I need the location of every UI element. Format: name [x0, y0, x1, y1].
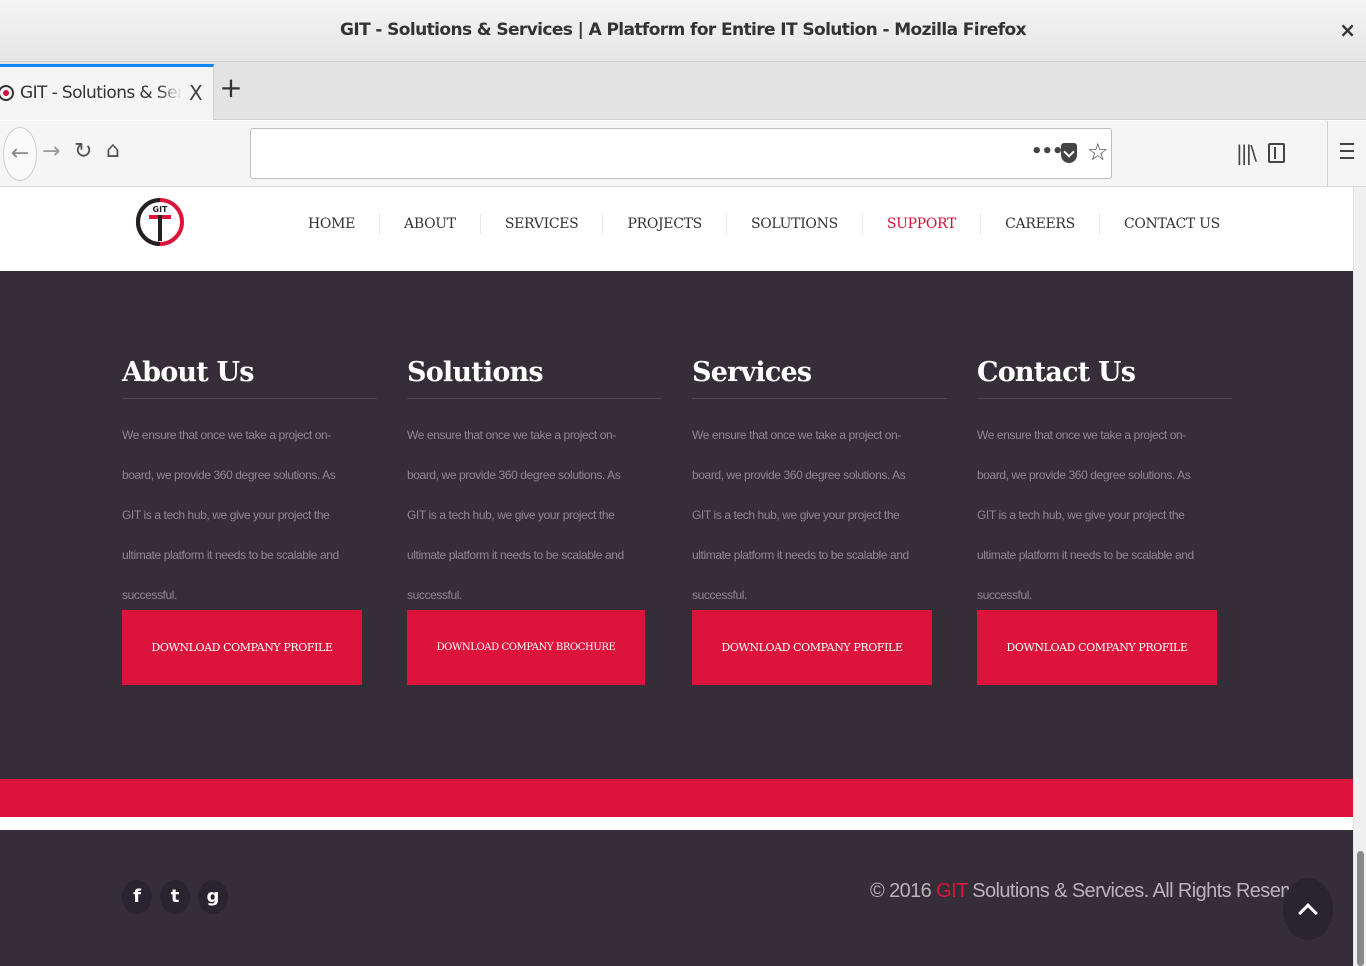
- nav-careers[interactable]: CAREERS: [980, 213, 1099, 235]
- reload-button[interactable]: ↻: [74, 141, 92, 163]
- browser-tab[interactable]: GIT - Solutions & Services | A Platform …: [0, 64, 214, 120]
- forward-button[interactable]: →: [42, 141, 60, 163]
- tab-title: GIT - Solutions & Services | A Platform …: [20, 83, 182, 103]
- back-button[interactable]: ←: [3, 127, 37, 181]
- download-profile-button[interactable]: DOWNLOAD COMPANY PROFILE: [122, 610, 362, 685]
- tab-close-button[interactable]: X: [189, 81, 203, 105]
- navigation-toolbar: ← → ↻ ⌂ ••• ☆ |||\: [0, 121, 1366, 187]
- column-heading: Solutions: [407, 353, 662, 399]
- favicon-icon: [0, 85, 14, 101]
- home-icon: ⌂: [106, 138, 120, 163]
- scrollbar-thumb[interactable]: [1357, 851, 1364, 966]
- nav-about[interactable]: ABOUT: [379, 213, 480, 235]
- download-profile-button[interactable]: DOWNLOAD COMPANY PROFILE: [692, 610, 932, 685]
- nav-home[interactable]: HOME: [284, 213, 379, 235]
- url-input[interactable]: [261, 139, 1001, 169]
- scroll-to-top-button[interactable]: [1283, 878, 1333, 940]
- bookmark-star-icon[interactable]: ☆: [1087, 138, 1109, 166]
- nav-projects[interactable]: PROJECTS: [602, 213, 726, 235]
- git-logo[interactable]: GIT: [135, 191, 185, 253]
- copyright-text: © 2016 GIT Solutions & Services. All Rig…: [870, 880, 1322, 903]
- page-viewport: GIT HOME ABOUT SERVICES PROJECTS SOLUTIO…: [0, 187, 1366, 966]
- download-profile-button[interactable]: DOWNLOAD COMPANY PROFILE: [977, 610, 1217, 685]
- white-divider-band: [0, 817, 1353, 830]
- column-heading: About Us: [122, 353, 377, 399]
- hamburger-menu-icon[interactable]: [1340, 143, 1354, 164]
- contact-us-column: Contact Us We ensure that once we take a…: [977, 353, 1232, 685]
- tab-bar: GIT - Solutions & Services | A Platform …: [0, 62, 1366, 120]
- column-text: We ensure that once we take a project on…: [122, 428, 339, 602]
- column-text: We ensure that once we take a project on…: [692, 428, 909, 602]
- copyright-brand: GIT: [936, 880, 968, 902]
- window-title: GIT - Solutions & Services | A Platform …: [340, 20, 1027, 40]
- footer-bottom: f t g © 2016 GIT Solutions & Services. A…: [0, 830, 1353, 966]
- solutions-column: Solutions We ensure that once we take a …: [407, 353, 662, 685]
- nav-solutions[interactable]: SOLUTIONS: [725, 213, 862, 235]
- twitter-icon[interactable]: t: [160, 880, 190, 914]
- nav-services[interactable]: SERVICES: [479, 213, 603, 235]
- new-tab-button[interactable]: +: [218, 74, 244, 104]
- library-icon[interactable]: |||\: [1236, 141, 1257, 165]
- column-text: We ensure that once we take a project on…: [407, 428, 624, 602]
- services-column: Services We ensure that once we take a p…: [692, 353, 947, 685]
- window-titlebar: GIT - Solutions & Services | A Platform …: [0, 0, 1366, 62]
- pocket-icon[interactable]: [1061, 143, 1077, 163]
- back-icon: ←: [10, 141, 30, 166]
- copyright-suffix: Solutions & Services. All Rights Reserve…: [967, 880, 1322, 902]
- forward-icon: →: [42, 139, 61, 164]
- sidebar-icon[interactable]: [1268, 143, 1285, 163]
- toolbar-separator: [1327, 121, 1328, 187]
- reload-icon: ↻: [74, 139, 93, 164]
- copyright-prefix: © 2016: [870, 880, 937, 902]
- about-us-column: About Us We ensure that once we take a p…: [122, 353, 377, 685]
- page-actions-button[interactable]: •••: [1031, 141, 1064, 162]
- facebook-icon[interactable]: f: [122, 880, 152, 914]
- logo-text: GIT: [153, 205, 169, 214]
- window-close-button[interactable]: ×: [1339, 18, 1356, 42]
- nav-contact-us[interactable]: CONTACT US: [1098, 213, 1244, 235]
- column-heading: Services: [692, 353, 947, 399]
- url-bar[interactable]: ••• ☆: [250, 128, 1112, 179]
- nav-support[interactable]: SUPPORT: [861, 213, 980, 235]
- red-divider-band: [0, 779, 1353, 817]
- page-scrollbar[interactable]: [1353, 187, 1366, 966]
- column-heading: Contact Us: [977, 353, 1232, 399]
- site-header: GIT HOME ABOUT SERVICES PROJECTS SOLUTIO…: [0, 187, 1353, 271]
- download-brochure-button[interactable]: DOWNLOAD COMPANY BROCHURE: [407, 610, 645, 685]
- main-menu: HOME ABOUT SERVICES PROJECTS SOLUTIONS S…: [284, 213, 1244, 235]
- home-button[interactable]: ⌂: [106, 140, 120, 162]
- footer-columns: About Us We ensure that once we take a p…: [0, 271, 1353, 779]
- column-text: We ensure that once we take a project on…: [977, 428, 1194, 602]
- google-icon[interactable]: g: [198, 880, 228, 914]
